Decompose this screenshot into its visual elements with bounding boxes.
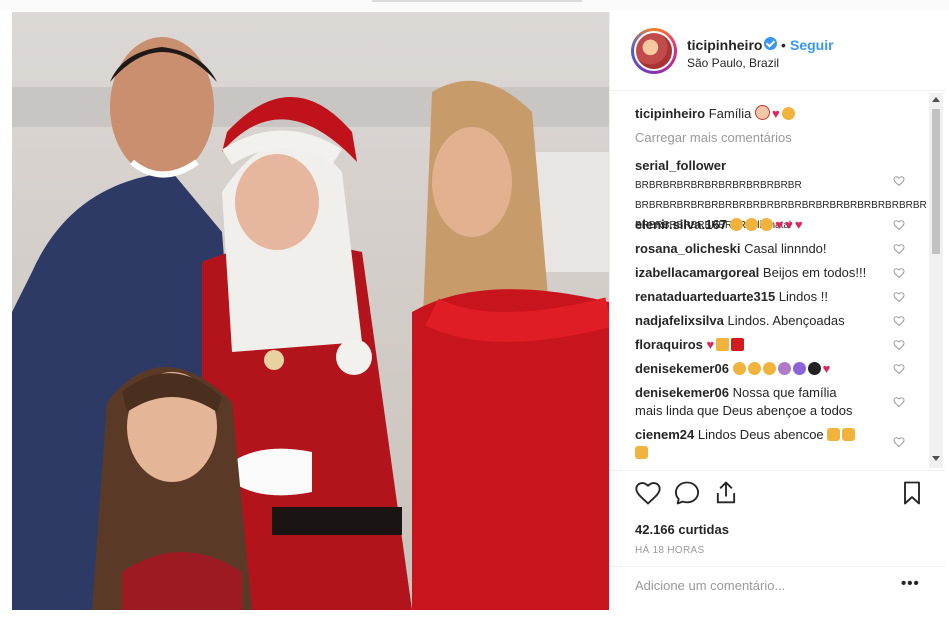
scroll-up-arrow-icon[interactable] xyxy=(932,97,940,102)
like-comment-heart-icon[interactable] xyxy=(893,363,905,375)
clap-emoji-icon xyxy=(762,362,776,375)
verified-icon xyxy=(764,37,777,50)
broken-heart-emoji-icon: ♥ xyxy=(822,361,831,376)
comment-username[interactable]: nadjafelixsilva xyxy=(635,313,724,328)
comment-icon[interactable] xyxy=(673,479,701,507)
avatar[interactable] xyxy=(634,31,674,71)
comment-item: denisekemer06 Nossa que família mais lin… xyxy=(635,384,880,420)
avatar-ring[interactable] xyxy=(631,28,677,74)
post-panel: ticipinheiro • Seguir São Paulo, Brazil … xyxy=(609,12,945,610)
like-comment-heart-icon[interactable] xyxy=(893,267,905,279)
post-photo[interactable] xyxy=(12,12,609,610)
likes-count[interactable]: 42.166 curtidas xyxy=(635,522,729,537)
black-heart-emoji-icon xyxy=(807,362,821,375)
comment-item: denisekemer06 ♥ xyxy=(635,360,880,378)
load-more-comments[interactable]: Carregar mais comentários xyxy=(635,130,792,145)
scroll-down-arrow-icon[interactable] xyxy=(932,456,940,461)
comment-text-line: BRBRBRBRBRBRBRBRBRBRBRBRBRBRBRBRBRBRBRBR… xyxy=(635,200,927,211)
comment-username[interactable]: denisekemer06 xyxy=(635,385,729,400)
praise-hands-emoji-icon xyxy=(827,428,841,441)
post-header: ticipinheiro • Seguir São Paulo, Brazil xyxy=(610,12,945,91)
comment-text-line: mais linda que Deus abençoe a todos xyxy=(635,403,853,418)
location-link[interactable]: São Paulo, Brazil xyxy=(687,56,779,70)
comment-item: renataduarteduarte315 Lindos !! xyxy=(635,288,880,306)
comment-item: rosana_olicheski Casal linnndo! xyxy=(635,240,880,258)
caption-text: Família xyxy=(708,106,752,121)
praise-hands-emoji-icon xyxy=(635,446,648,459)
like-comment-heart-icon[interactable] xyxy=(893,243,905,255)
photo-illustration xyxy=(12,12,609,610)
like-comment-heart-icon[interactable] xyxy=(893,315,905,327)
comment-username[interactable]: serial_follower xyxy=(635,158,726,173)
scrollbar-thumb[interactable] xyxy=(932,109,940,254)
comment-username[interactable]: floraquiros xyxy=(635,337,703,352)
like-comment-heart-icon[interactable] xyxy=(893,291,905,303)
bookmark-icon[interactable] xyxy=(898,479,926,507)
comment-text-line: BRBRBRBRBRBRBRBRBRBRBRBR xyxy=(635,180,802,191)
like-comment-heart-icon[interactable] xyxy=(893,175,905,187)
comments-list: ticipinheiro Família ♥ Carregar mais com… xyxy=(610,91,945,471)
comment-item: cienem24 Lindos Deus abencoe xyxy=(635,426,880,462)
high-heel-emoji-icon xyxy=(731,338,745,351)
comment-item: elenir.silva.167 ♥ ♥ ♥ xyxy=(635,216,880,234)
add-comment-input[interactable]: Adicione um comentário... xyxy=(635,578,785,593)
comment-text-line: Nossa que família xyxy=(732,385,837,400)
like-comment-heart-icon[interactable] xyxy=(893,339,905,351)
caption: ticipinheiro Família ♥ xyxy=(635,105,880,123)
red-heart-emoji-icon: ♥ xyxy=(794,217,803,232)
cookie-emoji-icon xyxy=(781,107,795,120)
red-heart-emoji-icon: ♥ xyxy=(706,337,715,352)
comment-item: nadjafelixsilva Lindos. Abençoadas xyxy=(635,312,880,330)
heart-eyes-emoji-icon xyxy=(760,218,774,231)
comment-text: Casal linnndo! xyxy=(744,241,827,256)
add-comment-bar: Adicione um comentário... ••• xyxy=(610,566,945,611)
comment-text: Lindos !! xyxy=(778,289,828,304)
hug-emoji-icon xyxy=(747,362,761,375)
like-comment-heart-icon[interactable] xyxy=(893,219,905,231)
comment-username[interactable]: denisekemer06 xyxy=(635,361,729,376)
post-actions: 42.166 curtidas HÁ 18 HORAS xyxy=(610,471,945,571)
comment-text: Lindos Deus abencoe xyxy=(697,427,824,442)
purple-heart-emoji-icon xyxy=(792,362,806,375)
heart-eyes-emoji-icon xyxy=(745,218,759,231)
comment-text: Lindos. Abençoadas xyxy=(727,313,845,328)
comment-text: Beijos em todos!!! xyxy=(762,265,867,280)
comment-item: izabellacamargoreal Beijos em todos!!! xyxy=(635,264,880,282)
share-icon[interactable] xyxy=(712,479,740,507)
red-heart-emoji-icon: ♥ xyxy=(785,217,793,232)
crown-emoji-icon xyxy=(716,338,730,351)
comment-username[interactable]: renataduarteduarte315 xyxy=(635,289,775,304)
comment-item: floraquiros ♥ xyxy=(635,336,880,354)
top-grip xyxy=(372,0,582,2)
heart-eyes-emoji-icon xyxy=(730,218,744,231)
caption-username[interactable]: ticipinheiro xyxy=(635,106,705,121)
red-heart-emoji-icon: ♥ xyxy=(775,217,784,232)
top-strip xyxy=(0,0,949,10)
red-heart-emoji-icon: ♥ xyxy=(771,106,780,121)
comment-username[interactable]: izabellacamargoreal xyxy=(635,265,759,280)
follow-button[interactable]: Seguir xyxy=(790,37,834,53)
separator-dot: • xyxy=(781,37,786,53)
header-username[interactable]: ticipinheiro xyxy=(687,37,762,53)
comment-username[interactable]: cienem24 xyxy=(635,427,694,442)
woman-emoji-icon xyxy=(777,362,791,375)
heart-icon[interactable] xyxy=(634,479,662,507)
smile-emoji-icon xyxy=(732,362,746,375)
praise-hands-emoji-icon xyxy=(842,428,856,441)
comment-username[interactable]: elenir.silva.167 xyxy=(635,217,727,232)
more-options-icon[interactable]: ••• xyxy=(901,575,920,592)
comment-username[interactable]: rosana_olicheski xyxy=(635,241,741,256)
post-time[interactable]: HÁ 18 HORAS xyxy=(635,545,704,556)
like-comment-heart-icon[interactable] xyxy=(893,436,905,448)
like-comment-heart-icon[interactable] xyxy=(893,396,905,408)
santa-emoji-icon xyxy=(754,105,770,120)
